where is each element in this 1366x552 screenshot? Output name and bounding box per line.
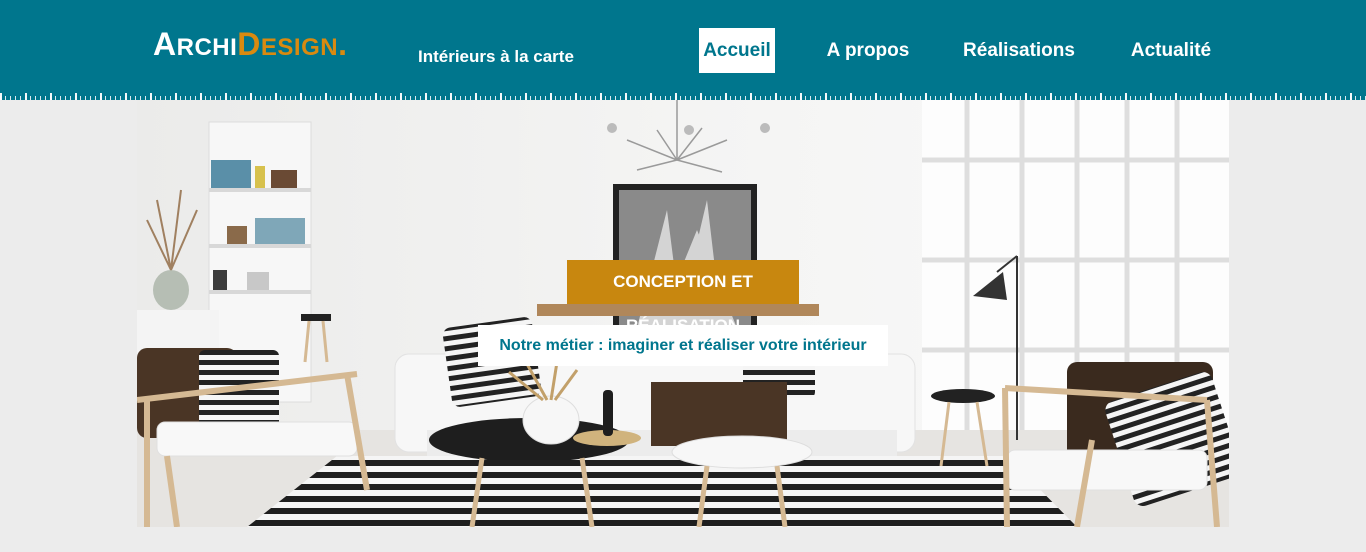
nav-item-accueil[interactable]: Accueil: [699, 28, 775, 73]
site-tagline: Intérieurs à la carte: [418, 47, 574, 66]
nav-item-realisations[interactable]: Réalisations: [960, 28, 1078, 73]
hero-subtitle: Notre métier : imaginer et réaliser votr…: [478, 325, 888, 366]
logo-word-design: DESIGN: [237, 26, 339, 62]
hero-badge: CONCEPTION ET RÉALISATION: [567, 260, 799, 335]
nav-item-a-propos[interactable]: A propos: [822, 28, 914, 73]
header-ruler-border: [0, 92, 1366, 100]
logo-dot: .: [338, 26, 348, 62]
site-logo[interactable]: ARCHI DESIGN .: [153, 26, 347, 70]
logo-word-archi: ARCHI: [153, 26, 238, 62]
nav-item-actualite[interactable]: Actualité: [1125, 28, 1217, 73]
